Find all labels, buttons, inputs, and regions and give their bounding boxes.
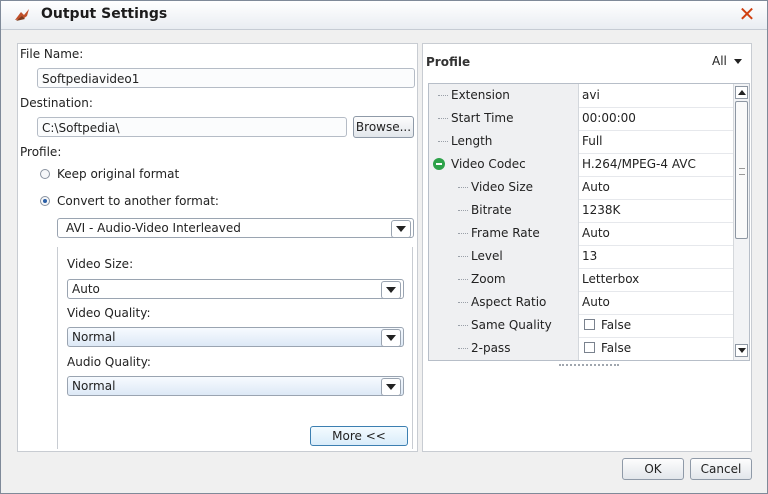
property-key: Level <box>471 249 503 263</box>
property-row-level[interactable]: Level 13 <box>429 245 733 269</box>
scroll-down-icon[interactable] <box>735 344 748 357</box>
profile-label: Profile: <box>20 145 62 159</box>
close-icon[interactable]: ✕ <box>735 3 759 25</box>
vertical-scrollbar[interactable] <box>733 84 749 360</box>
property-key: Bitrate <box>471 203 512 217</box>
property-row-2-pass[interactable]: 2-pass False <box>429 337 733 360</box>
property-row-start-time[interactable]: Start Time 00:00:00 <box>429 107 733 131</box>
dialog-title: Output Settings <box>41 6 168 22</box>
property-value: Letterbox <box>582 272 640 286</box>
video-quality-label: Video Quality: <box>67 306 151 320</box>
format-options-panel <box>57 247 413 449</box>
chevron-down-icon[interactable] <box>381 378 401 396</box>
convert-format-radio[interactable] <box>40 196 50 206</box>
keep-original-radio[interactable] <box>40 169 50 179</box>
video-size-label: Video Size: <box>67 257 134 271</box>
same-quality-checkbox[interactable] <box>584 319 595 330</box>
property-value: Full <box>582 134 603 148</box>
output-settings-dialog: Output Settings ✕ File Name: Softpediavi… <box>0 0 768 494</box>
audio-quality-label: Audio Quality: <box>67 355 151 369</box>
format-select[interactable]: AVI - Audio-Video Interleaved <box>57 218 414 238</box>
property-value: H.264/MPEG-4 AVC <box>582 157 696 171</box>
chevron-down-icon[interactable] <box>381 281 401 299</box>
destination-input[interactable]: C:\Softpedia\ <box>37 117 347 137</box>
property-key: Frame Rate <box>471 226 540 240</box>
property-value: Auto <box>582 295 610 309</box>
collapse-icon[interactable] <box>433 158 445 170</box>
resize-grip-icon[interactable] <box>559 364 619 366</box>
property-value: False <box>601 341 632 355</box>
ok-button[interactable]: OK <box>622 458 684 480</box>
profile-filter-value: All <box>712 54 727 68</box>
browse-button[interactable]: Browse... <box>353 116 414 138</box>
chevron-down-icon[interactable] <box>391 220 411 238</box>
property-row-video-size[interactable]: Video Size Auto <box>429 176 733 200</box>
property-key: Extension <box>451 88 510 102</box>
property-key: Length <box>451 134 493 148</box>
property-value: Auto <box>582 180 610 194</box>
property-value: 13 <box>582 249 598 263</box>
audio-quality-value: Normal <box>72 379 116 393</box>
property-row-aspect-ratio[interactable]: Aspect Ratio Auto <box>429 291 733 315</box>
destination-label: Destination: <box>20 96 93 110</box>
profile-title: Profile <box>426 55 471 69</box>
property-row-length[interactable]: Length Full <box>429 130 733 154</box>
property-value: avi <box>582 88 600 102</box>
audio-quality-select[interactable]: Normal <box>67 376 404 396</box>
convert-format-label[interactable]: Convert to another format: <box>57 194 219 208</box>
video-quality-value: Normal <box>72 330 116 344</box>
property-value: 00:00:00 <box>582 111 636 125</box>
file-name-input[interactable]: Softpediavideo1 <box>37 68 415 88</box>
video-size-value: Auto <box>72 282 100 296</box>
property-key: Video Codec <box>451 157 526 171</box>
format-select-value: AVI - Audio-Video Interleaved <box>66 221 241 235</box>
property-value: 1238K <box>582 203 621 217</box>
property-key: Aspect Ratio <box>471 295 547 309</box>
property-row-extension[interactable]: Extension avi <box>429 84 733 108</box>
scrollbar-thumb[interactable] <box>735 101 748 239</box>
two-pass-checkbox[interactable] <box>584 342 595 353</box>
property-row-bitrate[interactable]: Bitrate 1238K <box>429 199 733 223</box>
profile-property-grid[interactable]: Extension avi Start Time 00:00:00 Length… <box>428 83 750 361</box>
property-key: 2-pass <box>471 341 511 355</box>
cancel-button[interactable]: Cancel <box>690 458 752 480</box>
video-quality-select[interactable]: Normal <box>67 327 404 347</box>
property-key: Video Size <box>471 180 534 194</box>
property-row-same-quality[interactable]: Same Quality False <box>429 314 733 338</box>
profile-filter-dropdown[interactable]: All <box>712 54 742 68</box>
scroll-up-icon[interactable] <box>735 86 748 99</box>
grip-icon <box>739 168 745 175</box>
chevron-down-icon <box>733 59 742 64</box>
file-name-label: File Name: <box>20 47 84 61</box>
keep-original-label[interactable]: Keep original format <box>57 167 179 181</box>
app-logo-icon <box>15 9 29 21</box>
property-row-zoom[interactable]: Zoom Letterbox <box>429 268 733 292</box>
property-key: Start Time <box>451 111 514 125</box>
property-row-video-codec[interactable]: Video Codec H.264/MPEG-4 AVC <box>429 153 733 177</box>
more-button[interactable]: More << <box>310 426 408 446</box>
video-size-select[interactable]: Auto <box>67 279 404 299</box>
property-key: Same Quality <box>471 318 552 332</box>
chevron-down-icon[interactable] <box>381 329 401 347</box>
property-row-frame-rate[interactable]: Frame Rate Auto <box>429 222 733 246</box>
property-key: Zoom <box>471 272 506 286</box>
property-value: Auto <box>582 226 610 240</box>
property-value: False <box>601 318 632 332</box>
title-bar: Output Settings ✕ <box>1 1 767 30</box>
